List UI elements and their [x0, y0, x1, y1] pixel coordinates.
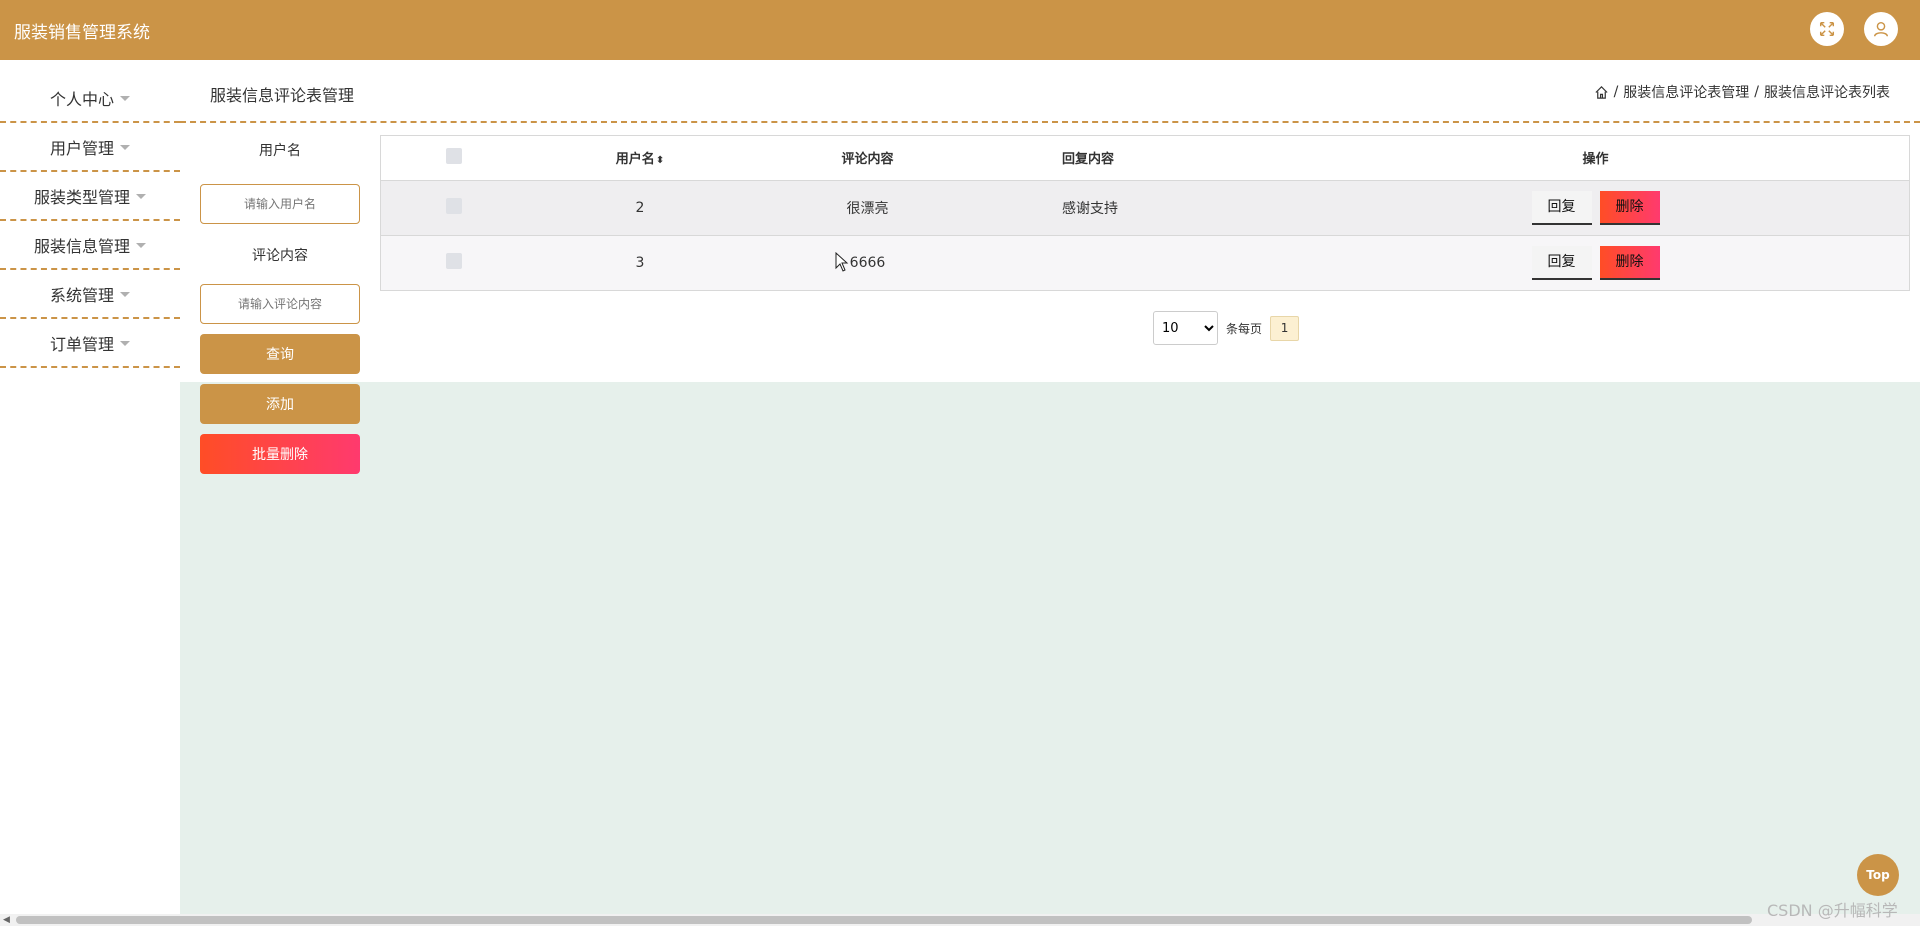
sidebar-item-clothing-type-management[interactable]: 服装类型管理 [0, 172, 180, 221]
fullscreen-icon[interactable] [1810, 12, 1844, 46]
breadcrumb-separator: / [1613, 84, 1619, 100]
cell-comment: 很漂亮 [753, 179, 982, 235]
select-all-checkbox[interactable] [446, 147, 462, 164]
pagination: 10 条每页 1 [1153, 311, 1300, 345]
column-header-actions: 操作 [1282, 136, 1909, 180]
sidebar-item-label: 订单管理 [49, 334, 114, 354]
breadcrumb: / 服装信息评论表管理 / 服装信息评论表列表 [1594, 82, 1890, 102]
comment-label: 评论内容 [252, 248, 308, 264]
horizontal-scrollbar[interactable]: ◀ [0, 914, 1920, 926]
username-label: 用户名 [259, 143, 301, 159]
sidebar-item-label: 个人中心 [49, 89, 114, 109]
reply-button[interactable]: 回复 [1531, 190, 1592, 225]
per-page-label: 条每页 [1226, 321, 1263, 336]
row-checkbox[interactable] [446, 252, 462, 269]
content-header: 服装信息评论表管理 / 服装信息评论表管理 / 服装信息评论表列表 [180, 74, 1920, 123]
cell-username: 2 [527, 179, 753, 235]
column-header-comment: 评论内容 [753, 136, 982, 180]
breadcrumb-separator: / [1754, 84, 1759, 100]
sidebar-item-order-management[interactable]: 订单管理 [0, 319, 180, 368]
cell-actions: 回复 删除 [1282, 179, 1909, 235]
row-checkbox[interactable] [446, 197, 462, 214]
delete-button[interactable]: 删除 [1599, 245, 1660, 280]
sidebar-item-user-management[interactable]: 用户管理 [0, 123, 180, 172]
caret-down-icon [120, 145, 130, 150]
caret-down-icon [120, 292, 130, 297]
comment-table: 用户名⬍ 评论内容 回复内容 操作 2 很漂亮 感谢支持 回复 删除 3 6666 [380, 135, 1910, 291]
watermark: CSDN @升幅科学 [1767, 901, 1898, 920]
add-button[interactable]: 添加 [200, 384, 360, 424]
column-header-username[interactable]: 用户名⬍ [527, 136, 753, 180]
cell-comment: 6666 [753, 234, 982, 290]
mouse-cursor-icon [835, 252, 849, 272]
sidebar-item-label: 系统管理 [49, 285, 114, 305]
table-header-row: 用户名⬍ 评论内容 回复内容 操作 [381, 136, 1909, 180]
reply-button[interactable]: 回复 [1531, 245, 1592, 280]
cell-actions: 回复 删除 [1282, 234, 1909, 290]
home-icon[interactable] [1594, 85, 1609, 100]
select-all-cell [381, 136, 527, 180]
user-icon[interactable] [1864, 12, 1898, 46]
row-select-cell [381, 179, 527, 235]
caret-down-icon [136, 243, 146, 248]
sidebar-item-clothing-info-management[interactable]: 服装信息管理 [0, 221, 180, 270]
cell-username: 3 [527, 234, 753, 290]
breadcrumb-item[interactable]: 服装信息评论表管理 [1623, 82, 1749, 102]
query-button[interactable]: 查询 [200, 334, 360, 374]
batch-delete-button[interactable]: 批量删除 [200, 434, 360, 474]
sidebar-item-label: 服装信息管理 [33, 236, 130, 256]
cell-reply [982, 234, 1282, 290]
page-number-current[interactable]: 1 [1270, 315, 1300, 341]
table-row: 2 很漂亮 感谢支持 回复 删除 [381, 179, 1909, 235]
search-panel: 用户名 评论内容 查询 添加 批量删除 [200, 140, 360, 474]
sidebar-item-label: 服装类型管理 [33, 187, 130, 207]
caret-down-icon [136, 194, 146, 199]
sidebar: 个人中心 用户管理 服装类型管理 服装信息管理 系统管理 订单管理 [0, 74, 180, 368]
app-title: 服装销售管理系统 [14, 23, 150, 43]
delete-button[interactable]: 删除 [1599, 190, 1660, 225]
sidebar-item-personal-center[interactable]: 个人中心 [0, 74, 180, 123]
back-to-top-button[interactable]: Top [1857, 854, 1899, 896]
caret-down-icon [120, 341, 130, 346]
row-select-cell [381, 234, 527, 290]
scrollbar-thumb[interactable] [16, 916, 1752, 924]
sidebar-item-label: 用户管理 [49, 138, 114, 158]
table-row: 3 6666 回复 删除 [381, 234, 1909, 290]
comment-search-input[interactable] [200, 284, 360, 324]
content-background [180, 382, 1920, 914]
cell-reply: 感谢支持 [982, 179, 1282, 235]
page-title: 服装信息评论表管理 [210, 86, 355, 105]
column-header-reply: 回复内容 [982, 136, 1282, 180]
breadcrumb-item-current: 服装信息评论表列表 [1764, 85, 1890, 101]
scroll-left-icon[interactable]: ◀ [3, 915, 10, 925]
username-search-input[interactable] [200, 184, 360, 224]
page-size-select[interactable]: 10 [1153, 311, 1218, 345]
top-bar: 服装销售管理系统 [0, 0, 1920, 60]
sidebar-item-system-management[interactable]: 系统管理 [0, 270, 180, 319]
sort-icon[interactable]: ⬍ [656, 155, 664, 166]
caret-down-icon [120, 96, 130, 101]
